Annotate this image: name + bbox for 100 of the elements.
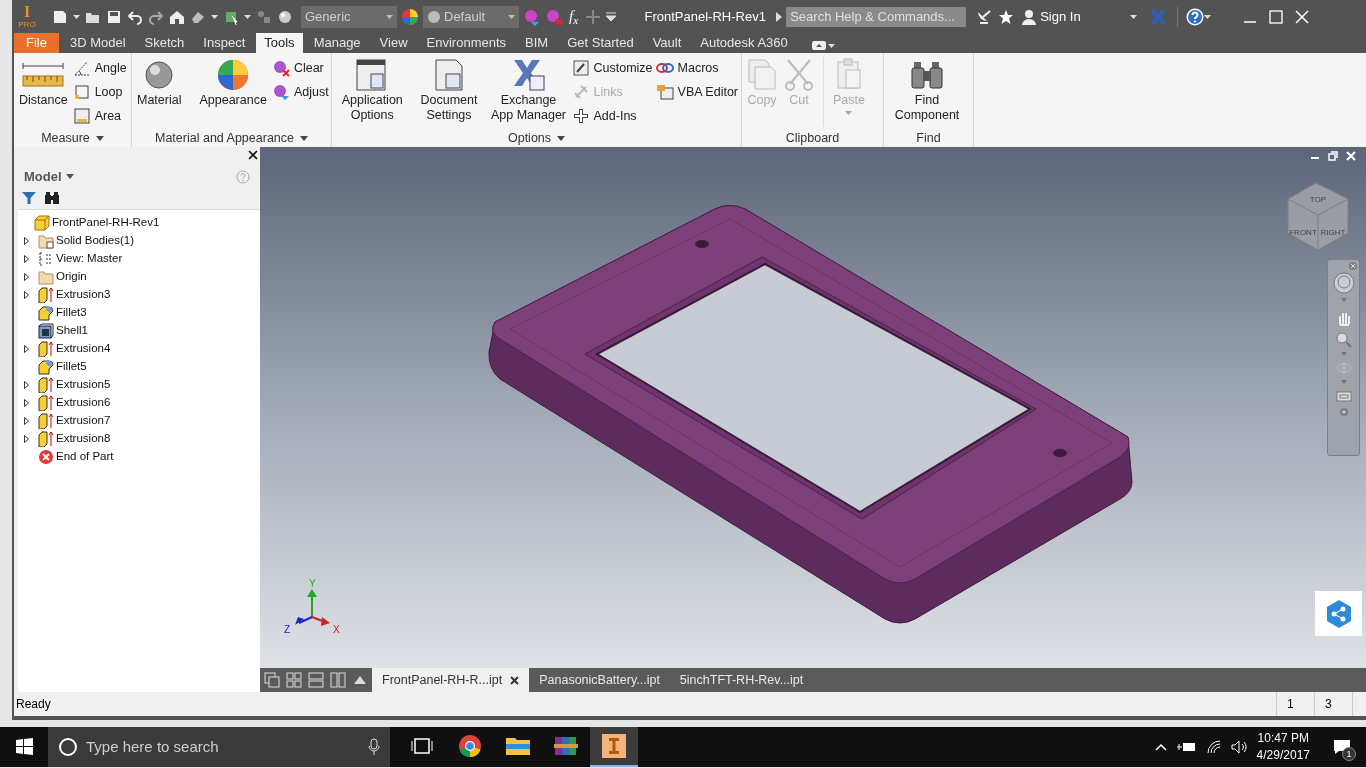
caret-icon[interactable]	[1130, 14, 1138, 19]
ribbon-button[interactable]: Clear	[271, 59, 329, 77]
speaker-icon[interactable]	[1230, 740, 1247, 754]
expand-arrow-icon[interactable]	[24, 344, 29, 353]
sphere-icon[interactable]	[277, 8, 293, 25]
maximize-icon[interactable]	[1269, 9, 1284, 24]
battery-plug-icon[interactable]	[1176, 741, 1197, 753]
wifi-icon[interactable]	[1206, 740, 1223, 754]
ribbon-button[interactable]: Customize	[571, 59, 653, 77]
ribbon-tab[interactable]: Inspect	[195, 33, 254, 53]
ribbon-tab[interactable]: Tools	[256, 33, 303, 53]
ribbon-tab[interactable]: Manage	[305, 33, 369, 53]
ribbon-button[interactable]: Application Options	[335, 57, 410, 123]
ribbon-button[interactable]: Appearance	[197, 57, 269, 108]
expand-arrow-icon[interactable]	[24, 398, 29, 407]
star-icon[interactable]	[998, 8, 1015, 25]
home-icon[interactable]	[169, 8, 185, 25]
ribbon-tab[interactable]: Vault	[644, 33, 690, 53]
ribbon-button[interactable]: Find Component	[887, 57, 967, 123]
expand-arrow-icon[interactable]	[24, 236, 29, 245]
expand-arrow-icon[interactable]	[24, 434, 29, 443]
formula-button[interactable]: f$_{x}$	[569, 5, 579, 28]
ribbon-button[interactable]: Area	[72, 107, 127, 125]
ribbon-tab[interactable]: View	[371, 33, 416, 53]
tree-item[interactable]: Extrusion8	[38, 429, 111, 448]
model-browser-title[interactable]: Model	[24, 167, 74, 187]
steering-wheel-icon[interactable]	[1332, 272, 1355, 294]
save-icon[interactable]	[106, 8, 122, 25]
ribbon-toggle-button[interactable]	[811, 41, 835, 50]
tree-item[interactable]: Extrusion3	[38, 285, 111, 304]
tree-item[interactable]: Extrusion4	[38, 339, 111, 358]
sign-in-button[interactable]: Sign In	[1022, 6, 1131, 27]
ribbon-tab[interactable]: 3D Model	[61, 33, 134, 53]
tree-item[interactable]: Fillet5	[38, 357, 87, 376]
taskbar-search-field[interactable]: Type here to search	[48, 727, 390, 767]
tree-item[interactable]: Origin	[38, 267, 87, 286]
ribbon-tab[interactable]: BIM	[517, 33, 557, 53]
chevron-up-icon[interactable]	[1154, 743, 1167, 751]
share-button[interactable]	[1315, 591, 1362, 636]
tree-item[interactable]: Shell1	[38, 321, 88, 340]
zoom-icon[interactable]	[1335, 332, 1352, 348]
tree-item[interactable]: Solid Bodies(1)	[38, 231, 134, 250]
tree-item[interactable]: Extrusion6	[38, 393, 111, 412]
restore-icon[interactable]	[1328, 151, 1338, 161]
vertical-split-icon[interactable]	[330, 672, 346, 688]
tree-item[interactable]: Extrusion5	[38, 375, 111, 394]
color-wheel-icon[interactable]	[401, 7, 419, 26]
binoculars-icon[interactable]	[44, 190, 60, 205]
caret-icon[interactable]	[1339, 408, 1348, 416]
caret-icon[interactable]	[386, 14, 393, 19]
color-clear-icon[interactable]	[545, 7, 563, 26]
expand-arrow-icon[interactable]	[24, 254, 29, 263]
clock[interactable]: 10:47 PM 4/29/2017	[1256, 730, 1310, 764]
expand-arrow-icon[interactable]	[24, 290, 29, 299]
expand-arrow-icon[interactable]	[24, 380, 29, 389]
caret-icon[interactable]	[508, 14, 515, 19]
caret-icon[interactable]	[211, 14, 218, 19]
color-adjust-icon[interactable]	[523, 7, 541, 26]
horizontal-split-icon[interactable]	[308, 672, 324, 688]
caret-icon[interactable]	[73, 14, 80, 19]
ribbon-group-title[interactable]: Material and Appearance	[155, 128, 308, 148]
ribbon-tab[interactable]: Autodesk A360	[692, 33, 796, 53]
tree-item[interactable]: Extrusion7	[38, 411, 111, 430]
ribbon-button[interactable]: Material	[135, 57, 184, 108]
ribbon-button[interactable]: Angle	[72, 59, 127, 77]
material-dropdown[interactable]: Generic	[301, 5, 397, 28]
tree-item[interactable]: View: Master	[38, 249, 123, 268]
expand-arrow-icon[interactable]	[24, 272, 29, 281]
tree-item[interactable]: End of Part	[38, 447, 114, 466]
ribbon-button[interactable]: Add-Ins	[571, 107, 653, 125]
tile-windows-icon[interactable]	[286, 672, 302, 688]
close-icon[interactable]	[248, 150, 258, 160]
tree-item[interactable]: FrontPanel-RH-Rev1	[34, 213, 160, 232]
ribbon-button[interactable]: Macros	[655, 59, 738, 77]
ribbon-button[interactable]: Document Settings	[412, 57, 486, 123]
ribbon-tab[interactable]: Environments	[418, 33, 515, 53]
ribbon-button[interactable]: Adjust	[271, 83, 329, 101]
ribbon-group-title[interactable]: Measure	[41, 128, 104, 148]
expand-arrow-icon[interactable]	[776, 11, 783, 22]
document-tab[interactable]: FrontPanel-RH-R...ipt	[372, 668, 530, 692]
appearance-dropdown[interactable]: Default	[423, 5, 519, 28]
caret-icon[interactable]	[1204, 14, 1212, 19]
undo-icon[interactable]	[127, 8, 143, 25]
search-field[interactable]: Search Help & Commands...	[786, 6, 967, 27]
view-cube[interactable]: TOP FRONT RIGHT	[1287, 182, 1349, 251]
cascade-windows-icon[interactable]	[264, 672, 280, 688]
ribbon-tab[interactable]: Sketch	[136, 33, 193, 53]
tree-item[interactable]: Fillet3	[38, 303, 87, 322]
ribbon-group-title[interactable]: Options	[507, 128, 566, 148]
ribbon-button[interactable]: Loop	[72, 83, 127, 101]
ribbon-button[interactable]: VBA Editor	[655, 83, 738, 101]
caret-icon[interactable]	[244, 14, 251, 19]
redo-icon[interactable]	[148, 8, 164, 25]
expand-arrow-icon[interactable]	[24, 416, 29, 425]
new-file-icon[interactable]	[52, 8, 68, 25]
menu-caret-icon[interactable]	[606, 11, 617, 22]
ribbon-button[interactable]: Exchange App Manager	[488, 57, 569, 123]
help-icon[interactable]	[1186, 7, 1205, 26]
ribbon-button[interactable]: Distance	[17, 57, 70, 108]
filter-icon[interactable]	[22, 191, 36, 204]
